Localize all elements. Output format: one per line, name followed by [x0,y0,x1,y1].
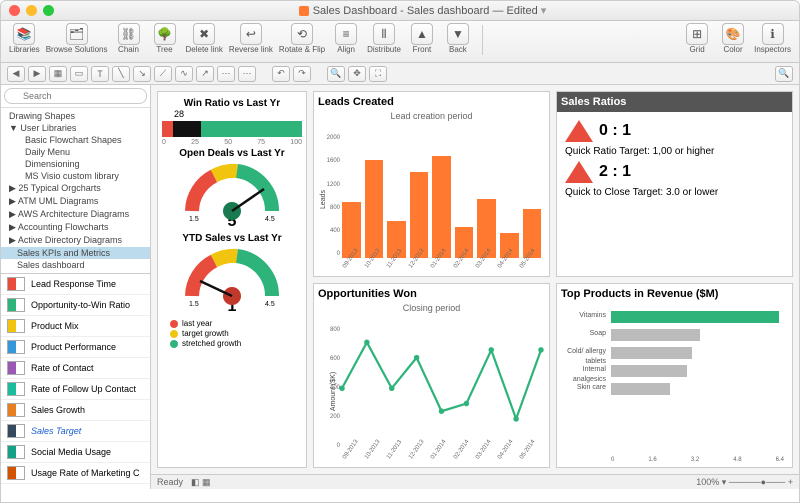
tree-item[interactable]: ▶ ATM UML Diagrams [1,195,150,208]
redo-button[interactable]: ↷ [293,66,311,82]
fit-tool[interactable]: ⛶ [369,66,387,82]
library-item[interactable]: Lead Response Time [1,274,150,295]
zoom-window[interactable] [43,5,54,16]
chart-title: Sales Ratios [557,92,792,112]
tree-item[interactable]: ▼ User Libraries [1,122,150,134]
status-bar: Ready ◧ ▦ 100% ▾ ─────●─── + [151,474,799,489]
undo-button[interactable]: ↶ [272,66,290,82]
hand-tool[interactable]: ✥ [348,66,366,82]
win-ratio-bar [162,121,302,137]
toolbar-delete-link[interactable]: ✖Delete link [186,23,223,54]
opps-chart: Amount ($K) 0200400600800 09-201310-2013… [318,313,545,464]
library-item[interactable]: Product Mix [1,316,150,337]
tree-item[interactable]: Drawing Shapes [1,110,150,122]
panel-opportunities-won: Opportunities Won Closing period Amount … [313,283,550,469]
sidebar: Drawing Shapes▼ User LibrariesBasic Flow… [1,85,151,489]
gauge-ytd-sales: 1.5 4.5 [182,246,282,306]
tree-item[interactable]: MS Visio custom library [1,170,150,182]
gauge-open-deals: 1.5 4.5 [182,161,282,221]
tool-arrow[interactable]: ↗ [196,66,214,82]
gauge-legend: last yeartarget growthstretched growth [162,316,302,351]
chart-title: Opportunities Won [318,288,545,300]
panel-sales-ratios: Sales Ratios 0 : 1Quick Ratio Target: 1,… [556,91,793,277]
doc-icon [299,6,309,16]
toolbar-grid[interactable]: ⊞Grid [682,23,712,54]
canvas[interactable]: Win Ratio vs Last Yr 28 0255075100 Open … [151,85,799,489]
tool-select[interactable]: ▦ [49,66,67,82]
products-chart: VitaminsSoapCold/ allergy tabletsInterna… [561,303,788,464]
toolbar-align[interactable]: ≡Align [331,23,361,54]
toolbar-distribute[interactable]: ⫴Distribute [367,23,401,54]
chart-subtitle: Lead creation period [318,111,545,121]
zoom-value[interactable]: 100% [696,477,719,487]
tree-item[interactable]: Daily Menu [1,146,150,158]
library-tree: Drawing Shapes▼ User LibrariesBasic Flow… [1,108,150,273]
library-item[interactable]: Sales Growth [1,400,150,421]
main-toolbar: 📚Libraries🗂Browse Solutions⛓Chain🌳Tree✖D… [1,21,799,63]
nav-fwd-button[interactable]: ▶ [28,66,46,82]
chart-title: Win Ratio vs Last Yr [162,98,302,109]
library-item[interactable]: Rate of Follow Up Contact [1,379,150,400]
tool-text[interactable]: T [91,66,109,82]
chart-title: Top Products in Revenue ($M) [561,288,788,300]
toolbar-libraries[interactable]: 📚Libraries [9,23,40,54]
chart-title: Open Deals vs Last Yr [162,148,302,159]
panel-leads-created: Leads Created Lead creation period Leads… [313,91,550,277]
library-item[interactable]: Product Performance [1,337,150,358]
tool-connector[interactable]: ↘ [133,66,151,82]
library-item[interactable]: Social Media Usage [1,442,150,463]
tool-page[interactable]: ▭ [70,66,88,82]
search-input[interactable] [4,88,147,104]
svg-text:1.5: 1.5 [189,301,199,308]
tree-item[interactable]: Sales KPIs and Metrics [1,247,150,259]
svg-text:1.5: 1.5 [189,216,199,223]
tree-item[interactable]: ▶ 25 Typical Orgcharts [1,182,150,195]
toolbar-chain[interactable]: ⛓Chain [114,23,144,54]
tool-more1[interactable]: ⋯ [217,66,235,82]
tree-item[interactable]: Basic Flowchart Shapes [1,134,150,146]
toolbar-color[interactable]: 🎨Color [718,23,748,54]
toolbar-inspectors[interactable]: ℹInspectors [754,23,791,54]
tool-arc[interactable]: ⟋ [154,66,172,82]
library-item[interactable]: Opportunity-to-Win Ratio [1,295,150,316]
tool-more2[interactable]: ⋯ [238,66,256,82]
chart-title: YTD Sales vs Last Yr [162,233,302,244]
tree-item[interactable]: ▶ Active Directory Diagrams [1,234,150,247]
nav-back-button[interactable]: ◀ [7,66,25,82]
library-item[interactable]: Sales Target [1,421,150,442]
tool-spline[interactable]: ∿ [175,66,193,82]
tree-item[interactable]: Sales dashboard [1,259,150,271]
status-text: Ready [157,477,183,487]
win-ratio-value: 28 [162,109,302,119]
warning-icon [565,161,593,183]
toolbar-browse-solutions[interactable]: 🗂Browse Solutions [46,23,108,54]
panel-top-products: Top Products in Revenue ($M) VitaminsSoa… [556,283,793,469]
tree-item[interactable]: Dimensioning [1,158,150,170]
toolbar-front[interactable]: ▲Front [407,23,437,54]
library-item[interactable]: Usage Rate of Marketing C [1,463,150,484]
warning-icon [565,120,593,142]
sub-toolbar: ◀ ▶ ▦ ▭ T ╲ ↘ ⟋ ∿ ↗ ⋯ ⋯ ↶ ↷ 🔍 ✥ ⛶ 🔍 [1,63,799,85]
minimize-window[interactable] [26,5,37,16]
tree-item[interactable]: ▶ Accounting Flowcharts [1,221,150,234]
chart-title: Leads Created [318,96,545,108]
toolbar-rotate-flip[interactable]: ⟲Rotate & Flip [279,23,325,54]
close-window[interactable] [9,5,20,16]
win-ratio-axis: 0255075100 [162,139,302,146]
tool-line[interactable]: ╲ [112,66,130,82]
window-title: Sales Dashboard - Sales dashboard — Edit… [54,4,791,17]
toolbar-reverse-link[interactable]: ↩Reverse link [229,23,273,54]
panel-gauges: Win Ratio vs Last Yr 28 0255075100 Open … [157,91,307,468]
shape-library: Lead Response TimeOpportunity-to-Win Rat… [1,273,150,489]
tree-item[interactable]: ▶ AWS Architecture Diagrams [1,208,150,221]
leads-chart: Leads 0400800120016002000 09-201310-2013… [318,121,545,272]
toolbar-back[interactable]: ▼Back [443,23,473,54]
toolbar-tree[interactable]: 🌳Tree [150,23,180,54]
svg-text:4.5: 4.5 [265,216,275,223]
search-tool[interactable]: 🔍 [775,66,793,82]
svg-text:4.5: 4.5 [265,301,275,308]
library-item[interactable]: Rate of Contact [1,358,150,379]
zoom-tool[interactable]: 🔍 [327,66,345,82]
chart-subtitle: Closing period [318,303,545,313]
